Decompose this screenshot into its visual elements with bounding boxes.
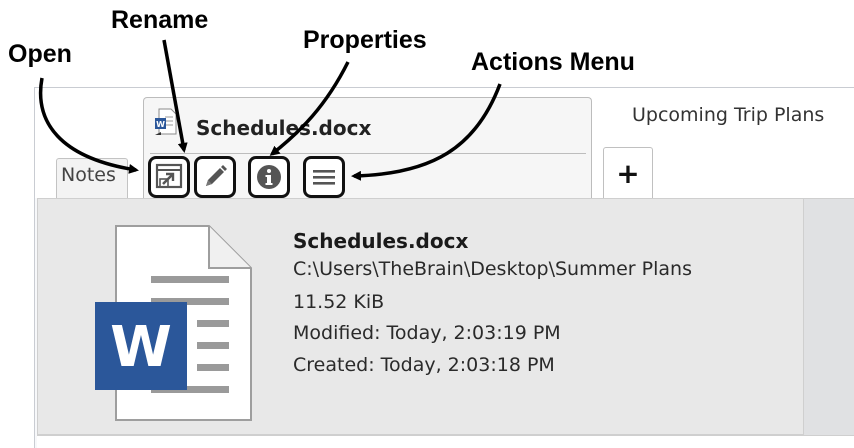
open-button[interactable] bbox=[148, 156, 190, 198]
callout-properties: Properties bbox=[303, 26, 427, 54]
tab-notes[interactable]: Notes bbox=[56, 158, 128, 198]
word-icon-letter: W bbox=[110, 315, 172, 380]
properties-button[interactable] bbox=[248, 156, 290, 198]
hamburger-menu-icon bbox=[313, 170, 335, 185]
tab-upcoming-trip-plans[interactable]: Upcoming Trip Plans bbox=[632, 104, 824, 126]
file-path: C:\Users\TheBrain\Desktop\Summer Plans bbox=[293, 258, 692, 280]
callout-actions-menu: Actions Menu bbox=[471, 48, 635, 76]
file-modified: Modified: Today, 2:03:19 PM bbox=[293, 322, 561, 344]
file-name: Schedules.docx bbox=[293, 229, 469, 253]
pencil-icon bbox=[206, 165, 227, 186]
svg-text:W: W bbox=[156, 120, 165, 129]
word-document-icon[interactable]: W bbox=[93, 224, 253, 422]
tab-file-label: Schedules.docx bbox=[196, 116, 372, 140]
actions-menu-button[interactable] bbox=[303, 156, 345, 198]
file-size: 11.52 KiB bbox=[293, 291, 385, 313]
callout-open: Open bbox=[8, 40, 72, 68]
rename-button[interactable] bbox=[194, 156, 236, 198]
word-file-icon: W bbox=[155, 108, 177, 135]
add-tab-button[interactable]: + bbox=[603, 147, 653, 198]
side-panel bbox=[804, 198, 854, 435]
open-external-icon bbox=[155, 163, 183, 189]
info-icon bbox=[257, 165, 281, 189]
file-created: Created: Today, 2:03:18 PM bbox=[293, 354, 555, 376]
tab-divider bbox=[150, 153, 586, 154]
panel-footer bbox=[37, 435, 854, 448]
callout-rename: Rename bbox=[111, 6, 209, 34]
tab-notes-label: Notes bbox=[61, 164, 116, 186]
